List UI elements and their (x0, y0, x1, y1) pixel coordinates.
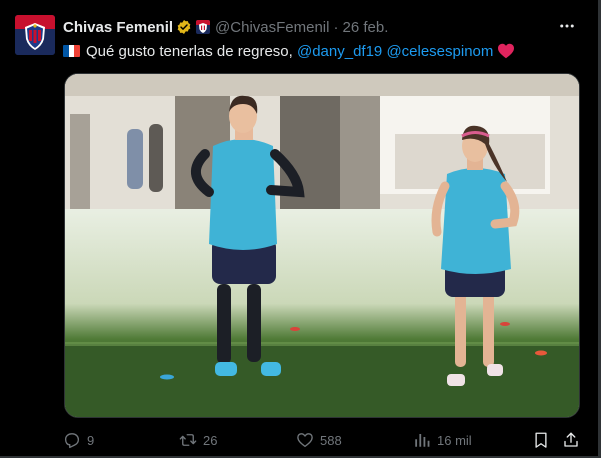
views-button[interactable]: 16 mil (413, 428, 472, 452)
share-icon (564, 432, 578, 447)
share-button[interactable] (562, 428, 580, 452)
tweet-header: Chivas Femenil @ChivasFemenil · 26 feb. (63, 17, 388, 37)
mention-link[interactable]: @celesespinom (386, 43, 493, 60)
mention-link[interactable]: @dany_df19 (297, 43, 382, 60)
tweet-date[interactable]: 26 feb. (342, 19, 388, 36)
verified-badge-icon[interactable] (176, 19, 192, 35)
views-count: 16 mil (437, 432, 472, 448)
bookmark-icon (535, 432, 547, 448)
avatar[interactable] (15, 15, 55, 55)
header-separator: · (333, 18, 339, 36)
author-name[interactable]: Chivas Femenil (63, 19, 173, 36)
reply-button[interactable]: 9 (63, 428, 94, 452)
affiliation-badge-icon[interactable] (196, 20, 211, 34)
training-photo (65, 74, 579, 417)
tweet-text: Qué gusto tenerlas de regreso, @dany_df1… (63, 41, 515, 61)
red-heart-icon (497, 43, 515, 59)
author-handle[interactable]: @ChivasFemenil (215, 19, 329, 36)
more-dots-icon[interactable] (555, 16, 579, 36)
tweet-actions: 9 26 588 16 mil (63, 428, 585, 452)
tweet-card[interactable]: Chivas Femenil @ChivasFemenil · 26 feb. (0, 0, 601, 458)
retweet-count: 26 (203, 432, 218, 448)
reply-count: 9 (87, 432, 95, 448)
bookmark-button[interactable] (532, 428, 550, 452)
like-button[interactable]: 588 (296, 428, 342, 452)
reply-icon (64, 433, 80, 449)
views-icon (415, 434, 430, 447)
tweet-text-body: Qué gusto tenerlas de regreso, (86, 42, 293, 60)
retweet-icon (179, 434, 197, 446)
heart-icon (297, 433, 313, 448)
france-flag-icon (63, 45, 80, 57)
chivas-crest-logo (15, 15, 55, 55)
like-count: 588 (320, 432, 342, 448)
tweet-photo[interactable] (64, 73, 580, 418)
retweet-button[interactable]: 26 (179, 428, 217, 452)
